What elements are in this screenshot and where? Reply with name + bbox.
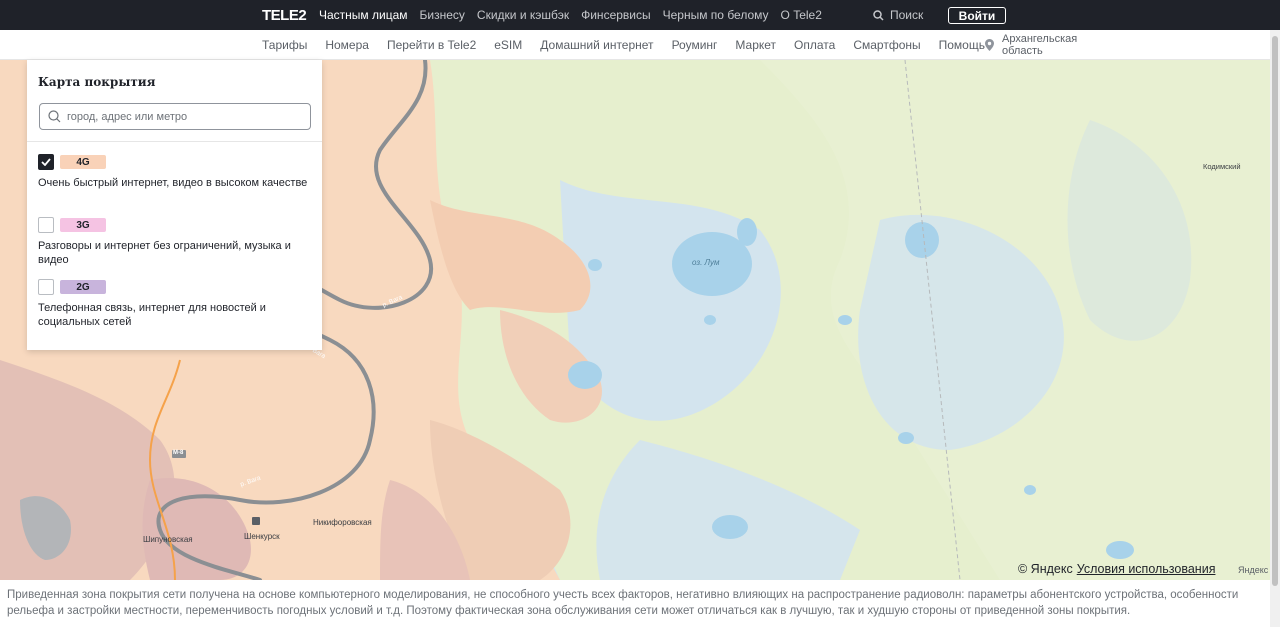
map-attribution: © Яндекс Условия использования: [1018, 562, 1215, 576]
panel-divider: [27, 141, 322, 142]
subnav-numbers[interactable]: Номера: [325, 38, 369, 52]
subnav-roaming[interactable]: Роуминг: [672, 38, 718, 52]
city-label-kodimsky: Кодимский: [1203, 162, 1241, 171]
search-label: Поиск: [890, 8, 924, 22]
checkbox-2g[interactable]: [38, 279, 54, 295]
badge-4g: 4G: [60, 155, 106, 169]
region-selector[interactable]: Архангельская область: [985, 33, 1077, 57]
subnav-switch[interactable]: Перейти в Tele2: [387, 38, 476, 52]
region-line-1: Архангельская: [1002, 33, 1078, 45]
nav-business[interactable]: Бизнесу: [420, 8, 465, 22]
search-icon: [873, 9, 884, 21]
region-name: Архангельская область: [1002, 33, 1077, 57]
terms-link[interactable]: Условия использования: [1077, 562, 1216, 576]
panel-title: Карта покрытия: [38, 75, 156, 89]
network-4g: 4G Очень быстрый интернет, видео в высок…: [38, 154, 313, 190]
nav-discounts[interactable]: Скидки и кэшбэк: [477, 8, 569, 22]
page-scrollbar[interactable]: [1270, 30, 1280, 627]
scrollbar-thumb[interactable]: [1272, 36, 1278, 586]
city-label-shenkursk: Шенкурск: [244, 532, 280, 541]
top-bar: TELE2 Частным лицам Бизнесу Скидки и кэш…: [0, 0, 1280, 30]
lake-label: оз. Лум: [692, 258, 720, 267]
description-4g: Очень быстрый интернет, видео в высоком …: [38, 177, 308, 189]
address-search-input[interactable]: [67, 110, 297, 123]
subnav-smartphones[interactable]: Смартфоны: [853, 38, 920, 52]
top-search[interactable]: Поиск: [873, 8, 923, 22]
subnav-payment[interactable]: Оплата: [794, 38, 835, 52]
yandex-copyright: © Яндекс: [1018, 562, 1073, 576]
region-line-2: область: [1002, 45, 1043, 57]
nav-black-on-white[interactable]: Черным по белому: [663, 8, 769, 22]
subnav-help[interactable]: Помощь: [939, 38, 985, 52]
subnav-tariffs[interactable]: Тарифы: [262, 38, 307, 52]
nav-private[interactable]: Частным лицам: [319, 8, 408, 22]
network-3g: 3G Разговоры и интернет без ограничений,…: [38, 217, 313, 267]
top-nav: Частным лицам Бизнесу Скидки и кэшбэк Фи…: [319, 8, 822, 22]
network-2g: 2G Телефонная связь, интернет для новост…: [38, 279, 313, 329]
location-pin-icon: [985, 39, 994, 51]
nav-about[interactable]: О Tele2: [781, 8, 822, 22]
city-label-nikiforovskaya: Никифоровская: [313, 518, 372, 527]
yandex-logo[interactable]: Яндекс: [1238, 565, 1268, 575]
login-button[interactable]: Войти: [948, 7, 1006, 24]
subnav-home-internet[interactable]: Домашний интернет: [540, 38, 653, 52]
subnav-market[interactable]: Маркет: [735, 38, 776, 52]
subnav-esim[interactable]: eSIM: [494, 38, 522, 52]
nav-finservices[interactable]: Финсервисы: [581, 8, 651, 22]
checkbox-3g[interactable]: [38, 217, 54, 233]
coverage-panel: Карта покрытия 4G Очень быстрый интернет…: [27, 60, 322, 350]
road-label: М-8: [173, 450, 184, 456]
badge-2g: 2G: [60, 280, 106, 294]
search-icon: [48, 110, 61, 123]
sub-nav: Тарифы Номера Перейти в Tele2 eSIM Домаш…: [262, 38, 985, 52]
coverage-disclaimer: Приведенная зона покрытия сети получена …: [7, 589, 1239, 617]
sub-nav-bar: Тарифы Номера Перейти в Tele2 eSIM Домаш…: [0, 30, 1280, 60]
checkbox-4g[interactable]: [38, 154, 54, 170]
checkmark-icon: [41, 158, 51, 166]
badge-3g: 3G: [60, 218, 106, 232]
address-search[interactable]: [39, 103, 311, 130]
city-label-shipunovskaya: Шипуновская: [143, 535, 193, 544]
description-3g: Разговоры и интернет без ограничений, му…: [38, 240, 291, 266]
tele2-logo[interactable]: TELE2: [262, 7, 307, 24]
description-2g: Телефонная связь, интернет для новостей …: [38, 302, 266, 328]
